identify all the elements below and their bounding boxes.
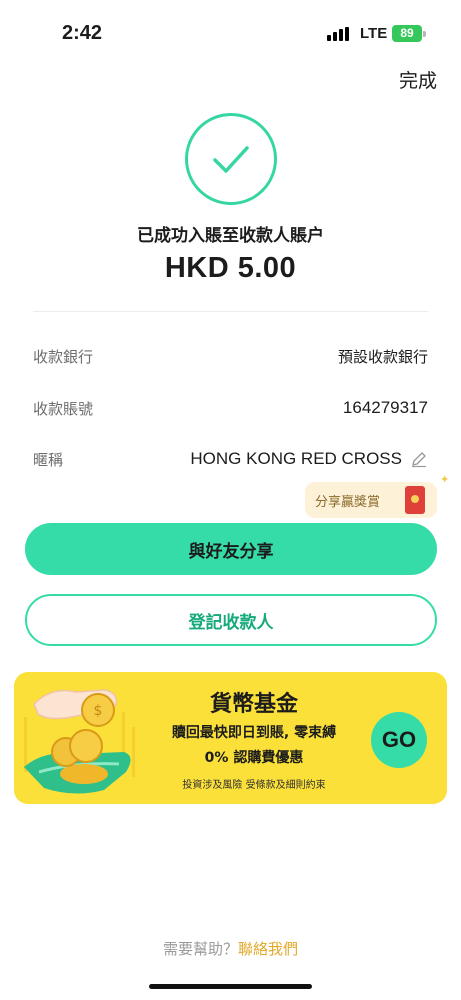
register-payee-button[interactable]: 登記收款人 [25,594,437,646]
success-circle [185,113,277,205]
contact-us-link[interactable]: 聯絡我們 [238,940,298,958]
detail-value: HONG KONG RED CROSS [190,449,402,468]
checkmark-icon [213,146,249,173]
done-button[interactable]: 完成 [399,66,437,93]
banner-subtitle-1: 贖回最快即日到賬, 零束縛 [171,725,337,741]
money-fund-banner[interactable]: $ 貨幣基金 贖回最快即日到賬, 零束縛 0% 認購費優惠 投資涉及風險 受條款… [14,672,447,804]
red-packet-icon [405,486,425,514]
divider [33,311,428,312]
detail-row-account: 收款賬號 164279317 [33,393,428,423]
share-with-friends-button[interactable]: 與好友分享 [25,523,437,575]
reward-label: 分享贏獎賞 [315,494,381,510]
detail-value: 預設收款銀行 [337,347,428,366]
nickname-value-wrap: HONG KONG RED CROSS [190,449,428,469]
help-row: 需要幫助？聯絡我們 [0,938,461,959]
signal-icon [327,27,349,41]
edit-pencil-icon[interactable] [410,450,428,468]
battery-tip [423,31,426,37]
detail-label: 收款賬號 [33,399,94,418]
go-button[interactable]: GO [371,712,427,768]
status-time: 2:42 [62,22,103,44]
home-indicator[interactable] [149,984,312,989]
detail-value: 164279317 [342,398,428,417]
banner-title: 貨幣基金 [209,692,298,717]
battery-icon: 89 [392,25,422,42]
status-bar: 2:42 LTE 89 [0,0,461,60]
detail-label: 暱稱 [33,450,64,469]
banner-disclaimer: 投資涉及風險 受條款及細則約束 [182,780,326,791]
share-reward-bubble[interactable]: 分享贏獎賞 [305,482,437,518]
detail-row-nickname: 暱稱 HONG KONG RED CROSS [33,444,428,474]
transfer-amount: HKD 5.00 [164,252,297,284]
success-message: 已成功入賬至收款人賬户 [137,226,324,246]
svg-text:$: $ [94,703,103,719]
detail-label: 收款銀行 [33,347,94,366]
sparkle-icon: ✦ [440,473,450,486]
banner-subtitle-2: 0% 認購費優惠 [204,750,304,766]
detail-row-bank: 收款銀行 預設收款銀行 [33,341,428,371]
help-text: 需要幫助？ [162,940,238,958]
network-type: LTE [360,25,388,42]
